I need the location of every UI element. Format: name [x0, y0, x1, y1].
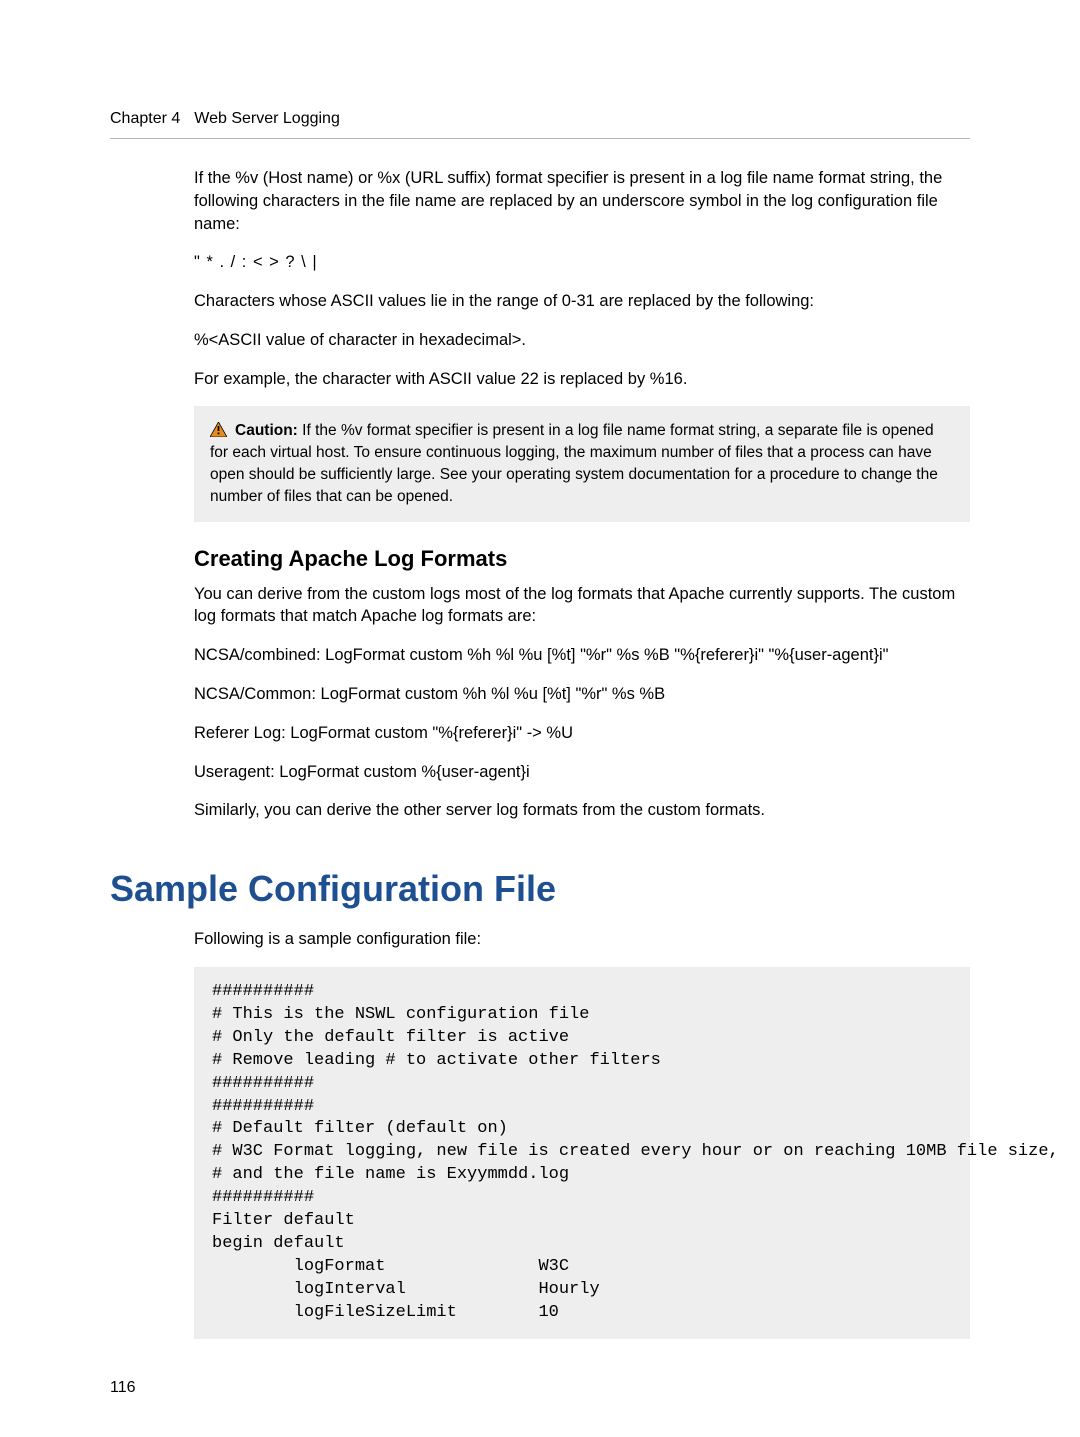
paragraph: Characters whose ASCII values lie in the… [194, 290, 970, 313]
caution-box: Caution: If the %v format specifier is p… [194, 406, 970, 522]
logformat-line: NCSA/Common: LogFormat custom %h %l %u [… [194, 683, 970, 706]
page-number: 116 [110, 1379, 136, 1396]
paragraph: If the %v (Host name) or %x (URL suffix)… [194, 167, 970, 235]
document-page: Chapter 4 Web Server Logging If the %v (… [0, 0, 1080, 1437]
body-content: If the %v (Host name) or %x (URL suffix)… [194, 167, 970, 822]
caution-icon [210, 422, 227, 437]
caution-label: Caution: [235, 422, 298, 439]
page-header: Chapter 4 Web Server Logging [110, 110, 970, 139]
page-footer: 116 [110, 1379, 970, 1397]
paragraph: Following is a sample configuration file… [194, 928, 970, 951]
main-heading: Sample Configuration File [110, 868, 970, 910]
paragraph: For example, the character with ASCII va… [194, 368, 970, 391]
logformat-line: Referer Log: LogFormat custom "%{referer… [194, 722, 970, 745]
paragraph: Similarly, you can derive the other serv… [194, 799, 970, 822]
paragraph: You can derive from the custom logs most… [194, 583, 970, 629]
char-list: " * . / : < > ? \ | [194, 251, 970, 274]
caution-text: If the %v format specifier is present in… [210, 422, 938, 505]
chapter-title: Web Server Logging [194, 110, 340, 128]
code-block: ########## # This is the NSWL configurat… [194, 967, 970, 1339]
logformat-line: Useragent: LogFormat custom %{user-agent… [194, 761, 970, 784]
section-heading: Creating Apache Log Formats [194, 544, 970, 574]
chapter-number: Chapter 4 [110, 110, 180, 128]
paragraph: %<ASCII value of character in hexadecima… [194, 329, 970, 352]
logformat-line: NCSA/combined: LogFormat custom %h %l %u… [194, 644, 970, 667]
